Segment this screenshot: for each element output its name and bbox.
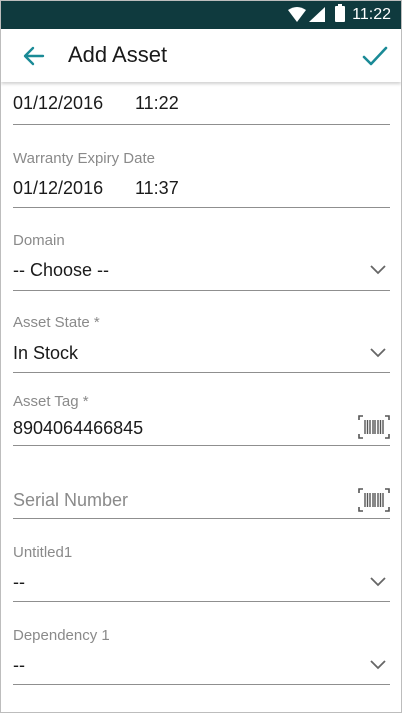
form-content: 01/12/2016 11:22 Warranty Expiry Date 01… bbox=[1, 82, 401, 712]
signal-icon bbox=[309, 7, 325, 22]
screen: 11:22 Add Asset 01/12/2016 11:22 Warrant… bbox=[0, 0, 402, 713]
dependency1-label: Dependency 1 bbox=[13, 627, 110, 644]
status-bar: 11:22 bbox=[1, 1, 401, 29]
asset-state-field[interactable]: Asset State * In Stock bbox=[13, 310, 390, 373]
warranty-expiry-date: 01/12/2016 bbox=[13, 178, 104, 198]
battery-icon bbox=[335, 4, 345, 22]
domain-value: -- Choose -- bbox=[13, 260, 110, 280]
barcode-scan-icon[interactable] bbox=[358, 488, 390, 512]
wifi-icon bbox=[288, 7, 306, 22]
untitled1-value: -- bbox=[13, 572, 25, 592]
chevron-down-icon[interactable] bbox=[370, 577, 386, 587]
untitled1-field[interactable]: Untitled1 -- bbox=[13, 540, 390, 602]
domain-field[interactable]: Domain -- Choose -- bbox=[13, 228, 390, 291]
asset-tag-field[interactable]: Asset Tag * 8904064466845 bbox=[13, 389, 390, 446]
date-value: 01/12/2016 bbox=[13, 93, 104, 113]
app-bar: Add Asset bbox=[1, 29, 401, 82]
date-time-field[interactable]: 01/12/2016 11:22 bbox=[13, 82, 390, 125]
dependency1-field[interactable]: Dependency 1 -- bbox=[13, 623, 390, 685]
chevron-down-icon[interactable] bbox=[370, 265, 386, 275]
asset-state-label: Asset State * bbox=[13, 314, 100, 331]
time-value: 11:22 bbox=[135, 93, 179, 113]
barcode-scan-icon[interactable] bbox=[358, 415, 390, 439]
chevron-down-icon[interactable] bbox=[370, 348, 386, 358]
page-title: Add Asset bbox=[68, 42, 168, 67]
asset-state-value: In Stock bbox=[13, 343, 79, 363]
untitled1-label: Untitled1 bbox=[13, 544, 73, 561]
status-time: 11:22 bbox=[352, 6, 391, 23]
checkmark-icon[interactable] bbox=[360, 42, 390, 70]
asset-tag-value: 8904064466845 bbox=[13, 418, 144, 438]
asset-tag-label: Asset Tag * bbox=[13, 393, 89, 410]
serial-number-placeholder: Serial Number bbox=[13, 490, 129, 510]
dependency1-value: -- bbox=[13, 655, 25, 675]
chevron-down-icon[interactable] bbox=[370, 660, 386, 670]
back-arrow-icon[interactable] bbox=[21, 43, 47, 69]
domain-label: Domain bbox=[13, 232, 65, 249]
serial-number-field[interactable]: Serial Number bbox=[13, 482, 390, 519]
warranty-expiry-field[interactable]: Warranty Expiry Date 01/12/2016 11:37 bbox=[13, 146, 390, 208]
warranty-expiry-label: Warranty Expiry Date bbox=[13, 150, 155, 167]
warranty-expiry-time: 11:37 bbox=[135, 178, 179, 198]
